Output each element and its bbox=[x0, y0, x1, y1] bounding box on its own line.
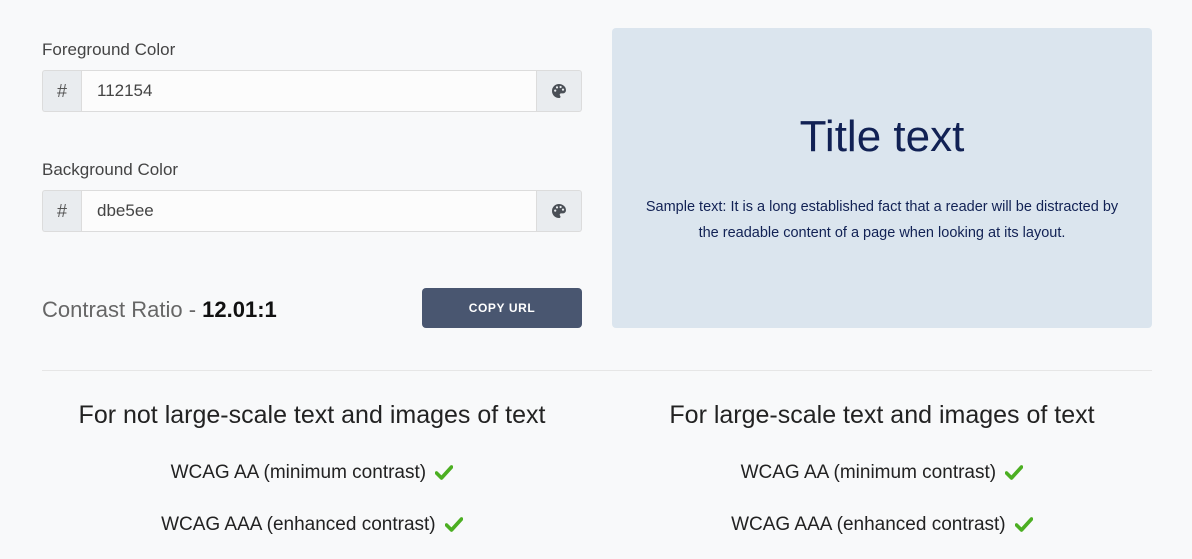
contrast-ratio: Contrast Ratio - 12.01:1 bbox=[42, 297, 277, 323]
foreground-color-input[interactable] bbox=[81, 70, 537, 112]
contrast-ratio-value: 12.01:1 bbox=[202, 297, 277, 322]
large-text-results: For large-scale text and images of text … bbox=[612, 398, 1152, 535]
criterion-label: WCAG AAA (enhanced contrast) bbox=[731, 514, 1006, 535]
preview-panel: Title text Sample text: It is a long est… bbox=[612, 28, 1152, 328]
palette-icon bbox=[552, 204, 566, 218]
criterion-aa: WCAG AA (minimum contrast) bbox=[42, 462, 582, 484]
preview-sample-text: Sample text: It is a long established fa… bbox=[645, 199, 1119, 241]
criterion-aaa: WCAG AAA (enhanced contrast) bbox=[612, 514, 1152, 536]
background-color-input[interactable] bbox=[81, 190, 537, 232]
criterion-aa: WCAG AA (minimum contrast) bbox=[612, 462, 1152, 484]
check-icon bbox=[1014, 517, 1033, 532]
criterion-label: WCAG AA (minimum contrast) bbox=[170, 462, 427, 483]
criterion-label: WCAG AA (minimum contrast) bbox=[740, 462, 997, 483]
copy-url-button[interactable]: COPY URL bbox=[422, 288, 582, 328]
divider bbox=[42, 370, 1152, 371]
section-title: For not large-scale text and images of t… bbox=[78, 401, 546, 429]
preview-title: Title text bbox=[799, 112, 965, 161]
hash-prefix: # bbox=[42, 70, 81, 112]
criterion-label: WCAG AAA (enhanced contrast) bbox=[161, 514, 436, 535]
background-color-group: # bbox=[42, 190, 582, 232]
hash-prefix: # bbox=[42, 190, 81, 232]
background-color-picker-button[interactable] bbox=[537, 190, 582, 232]
background-color-label: Background Color bbox=[42, 160, 179, 179]
palette-icon bbox=[552, 84, 566, 98]
check-icon bbox=[1005, 465, 1024, 480]
foreground-color-group: # bbox=[42, 70, 582, 112]
foreground-color-label: Foreground Color bbox=[42, 40, 176, 59]
check-icon bbox=[435, 465, 454, 480]
foreground-color-picker-button[interactable] bbox=[537, 70, 582, 112]
criterion-aaa: WCAG AAA (enhanced contrast) bbox=[42, 514, 582, 536]
contrast-ratio-label: Contrast Ratio - bbox=[42, 297, 203, 322]
check-icon bbox=[444, 517, 463, 532]
small-text-results: For not large-scale text and images of t… bbox=[42, 398, 582, 535]
section-title: For large-scale text and images of text bbox=[669, 401, 1095, 429]
